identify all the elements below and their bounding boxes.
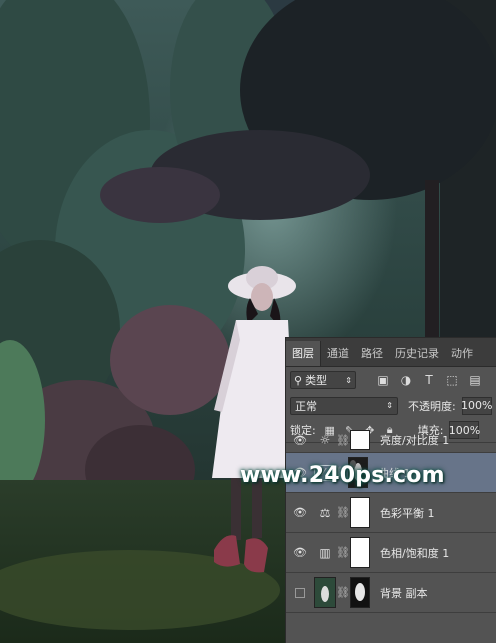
tab-paths[interactable]: 路径 bbox=[355, 341, 389, 366]
tab-layers[interactable]: 图层 bbox=[286, 341, 321, 366]
layer-name[interactable]: 色彩平衡 1 bbox=[380, 505, 435, 521]
link-icon[interactable]: ⛓︎ bbox=[336, 546, 350, 559]
type-filter-icon[interactable]: T bbox=[422, 373, 436, 387]
opacity-input[interactable]: 100% bbox=[461, 396, 492, 415]
chevron-updown-icon: ⇕ bbox=[345, 375, 352, 385]
eye-icon[interactable]: 👁︎ bbox=[286, 546, 314, 559]
smart-object-filter-icon[interactable]: ▤ bbox=[468, 373, 482, 387]
adjustment-filter-icon[interactable]: ◑ bbox=[399, 373, 413, 387]
blend-mode-value: 正常 bbox=[295, 399, 317, 413]
filter-kind-select[interactable]: ⚲ 类型 ⇕ bbox=[290, 371, 356, 389]
shape-filter-icon[interactable]: ⬚ bbox=[445, 373, 459, 387]
visibility-toggle[interactable] bbox=[295, 587, 305, 598]
layer-row[interactable]: 👁︎ ▥ ⛓︎ 色相/饱和度 1 bbox=[286, 533, 496, 573]
layer-row[interactable]: ⛓︎ 背景 副本 bbox=[286, 573, 496, 613]
layer-row[interactable]: 👁︎ ☼ ⛓︎ 亮度/对比度 1 bbox=[286, 428, 496, 453]
tab-history[interactable]: 历史记录 bbox=[389, 341, 445, 366]
eye-icon[interactable]: 👁︎ bbox=[286, 506, 314, 519]
blend-row: 正常 ⇕ 不透明度: 100% bbox=[286, 393, 496, 418]
layer-mask-thumbnail[interactable] bbox=[350, 537, 370, 568]
watermark: www.240ps.com bbox=[240, 463, 445, 488]
color-balance-icon: ⚖ bbox=[319, 505, 331, 520]
layer-name[interactable]: 亮度/对比度 1 bbox=[380, 432, 449, 448]
image-filter-icon[interactable]: ▣ bbox=[376, 373, 390, 387]
brightness-contrast-icon: ☼ bbox=[319, 433, 331, 447]
search-icon: ⚲ bbox=[294, 373, 303, 387]
link-icon[interactable]: ⛓︎ bbox=[336, 586, 350, 599]
hue-saturation-icon: ▥ bbox=[319, 545, 331, 560]
tab-channels[interactable]: 通道 bbox=[321, 341, 355, 366]
eye-icon[interactable]: 👁︎ bbox=[286, 434, 314, 447]
chevron-updown-icon: ⇕ bbox=[386, 401, 393, 410]
layer-name[interactable]: 背景 副本 bbox=[380, 585, 428, 601]
layer-name[interactable]: 色相/饱和度 1 bbox=[380, 545, 449, 561]
panel-tab-bar: 图层 通道 路径 历史记录 动作 bbox=[286, 338, 496, 367]
layer-mask-thumbnail[interactable] bbox=[350, 497, 370, 528]
layers-panel: 图层 通道 路径 历史记录 动作 ⚲ 类型 ⇕ ▣ ◑ T ⬚ ▤ 正常 ⇕ 不… bbox=[285, 337, 496, 643]
layer-row[interactable]: 👁︎ ⚖ ⛓︎ 色彩平衡 1 bbox=[286, 493, 496, 533]
tab-actions[interactable]: 动作 bbox=[445, 341, 479, 366]
blend-mode-select[interactable]: 正常 ⇕ bbox=[290, 396, 398, 415]
filter-row: ⚲ 类型 ⇕ ▣ ◑ T ⬚ ▤ bbox=[286, 367, 496, 393]
opacity-label: 不透明度: bbox=[408, 399, 456, 413]
layer-list: 👁︎ ☼ ⛓︎ 亮度/对比度 1 👁︎ ⁄ ⛓︎ 曲线 1 👁︎ ⚖ ⛓︎ 色彩… bbox=[286, 428, 496, 613]
filter-kind-label: 类型 bbox=[305, 374, 328, 387]
layer-thumbnail[interactable] bbox=[314, 577, 336, 608]
mask-preview bbox=[351, 578, 369, 607]
layer-mask-thumbnail[interactable] bbox=[350, 577, 370, 608]
link-icon[interactable]: ⛓︎ bbox=[336, 506, 350, 519]
layer-thumbnail-preview bbox=[315, 578, 335, 607]
layer-mask-thumbnail[interactable] bbox=[350, 430, 370, 450]
link-icon[interactable]: ⛓︎ bbox=[336, 434, 350, 447]
